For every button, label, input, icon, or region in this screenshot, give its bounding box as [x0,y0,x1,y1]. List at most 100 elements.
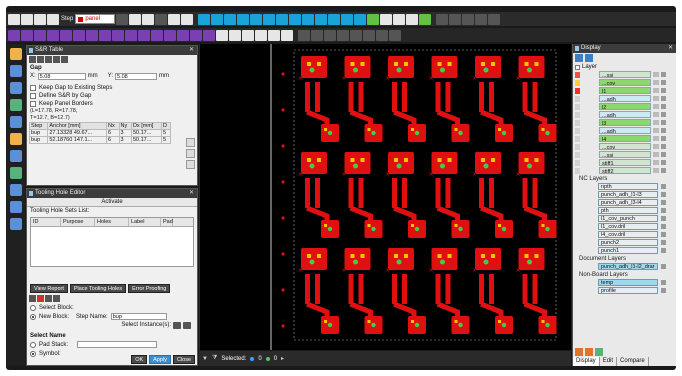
panelize-icon[interactable] [475,13,488,25]
pad-stack-radio[interactable]: Pad Stack: [27,340,197,349]
lock-icon[interactable] [661,288,666,293]
highlight-icon[interactable] [315,13,328,25]
via-icon[interactable] [268,29,280,41]
step-name-input[interactable]: bup [110,313,167,320]
dropdown-arrow-icon[interactable] [116,13,129,25]
select-filter-icon[interactable]: ⧩ [212,355,217,362]
check-icon[interactable] [419,13,432,25]
stepper-icon[interactable] [449,13,462,25]
window-icon[interactable] [181,13,194,25]
mirror-icon[interactable] [73,29,85,41]
lock-icon[interactable] [661,104,666,109]
tab-compare[interactable]: Compare [617,357,649,366]
ok-button[interactable]: OK [131,355,148,364]
layer-visibility-icon[interactable] [653,152,659,157]
filter-2-icon[interactable] [324,29,336,41]
layer-visibility-icon[interactable] [653,160,659,165]
arc-icon[interactable] [47,29,59,41]
layer-color-swatch[interactable] [575,168,580,174]
layer-visibility-icon[interactable] [653,136,659,141]
settings-icon[interactable] [9,218,22,230]
lock-icon[interactable] [661,280,666,285]
col-anchor[interactable]: Anchor [mm] [47,122,108,130]
fillet-icon[interactable] [138,29,150,41]
documentation-icon[interactable] [9,184,22,196]
layer-row[interactable]: pth [573,207,676,215]
layer-row[interactable]: ...ssi [573,151,676,159]
lock-icon[interactable] [661,184,666,189]
layer-row[interactable]: l1_cov_punch [573,215,676,223]
table-row[interactable]: bup 27.13328 49.67... 6 3 50.17... 5 [28,129,171,137]
tab-edit[interactable]: Edit [600,357,618,366]
layer-row[interactable]: ...adh [573,95,676,103]
layer-row[interactable]: punch_adh_l3-l4 [573,199,676,207]
layer-row[interactable]: temp [573,279,676,287]
layer-color-swatch[interactable] [575,160,580,166]
move-down-button[interactable] [186,149,195,158]
layer-row[interactable]: l1_cov.dril [573,223,676,231]
layer-visibility-icon[interactable] [653,120,659,125]
col-nx[interactable]: Nx [106,122,120,130]
run-icon[interactable] [367,13,380,25]
undo-icon[interactable] [129,13,142,25]
delete-row-icon[interactable] [37,56,44,63]
pad-icon[interactable] [177,29,189,41]
dfm-icon[interactable] [9,167,22,179]
zoom-in-icon[interactable] [198,13,211,25]
new-block-radio[interactable]: New Block: Step Name: bup [27,312,197,321]
display-opts-icon[interactable] [585,348,593,356]
display-confirm-icon[interactable] [595,348,603,356]
stackup-icon[interactable] [9,82,22,94]
keep-gap-checkbox[interactable]: Keep Gap to Existing Steps [27,84,197,92]
layer-row[interactable]: npth [573,183,676,191]
net-icon[interactable] [354,13,367,25]
layer-color-swatch[interactable] [575,96,580,102]
apply-button[interactable]: Apply [149,355,171,364]
circle-icon[interactable] [216,29,228,41]
snap-icon[interactable] [289,13,302,25]
lock-icon[interactable] [661,144,666,149]
zoom-fit-icon[interactable] [237,13,250,25]
layer-color-swatch[interactable] [575,144,580,150]
surface-icon[interactable] [190,29,202,41]
drill-icon[interactable] [255,29,267,41]
lock-icon[interactable] [661,88,666,93]
filter-icon[interactable] [328,13,341,25]
layer-visibility-icon[interactable] [653,112,659,117]
close-icon[interactable]: ✕ [189,189,194,198]
graphics-canvas[interactable]: × × × × × × × × × × × × × × × × × × [199,44,571,350]
gap-x-input[interactable]: 5.08 [37,72,86,80]
lock-icon[interactable] [661,72,666,77]
layer-row[interactable]: l4 [573,135,676,143]
layer-row[interactable]: l2 [573,103,676,111]
rotate-icon[interactable] [60,29,72,41]
more-icon[interactable] [488,13,501,25]
layer-visibility-icon[interactable] [653,104,659,109]
lock-icon[interactable] [661,136,666,141]
new-file-icon[interactable] [8,13,20,25]
delete-button[interactable] [186,160,195,169]
netlist-icon[interactable] [9,116,22,128]
view-icon[interactable] [376,29,388,41]
lock-icon[interactable] [661,264,666,269]
col-holes[interactable]: Holes [95,218,129,226]
layer-row[interactable]: l4_cov.dril [573,231,676,239]
layer-icon[interactable] [341,13,354,25]
lock-icon[interactable] [661,200,666,205]
select-icon[interactable] [276,13,289,25]
redo-icon[interactable] [142,13,155,25]
expand-icon[interactable]: ▸ [281,355,284,362]
square-icon[interactable] [229,29,241,41]
lock-icon[interactable] [661,208,666,213]
define-sr-checkbox[interactable]: Define S&R by Gap [27,92,197,100]
analysis-icon[interactable] [9,133,22,145]
lock-icon[interactable] [661,80,666,85]
lock-icon[interactable] [661,96,666,101]
layer-row[interactable]: punch2 [573,239,676,247]
view-report-button[interactable]: View Report [30,284,68,293]
activate-button[interactable]: Activate [27,198,197,207]
layout-icon[interactable] [389,29,401,41]
lock-icon[interactable] [661,168,666,173]
layer-color-swatch[interactable] [575,112,580,118]
layer-visibility-icon[interactable] [653,80,659,85]
